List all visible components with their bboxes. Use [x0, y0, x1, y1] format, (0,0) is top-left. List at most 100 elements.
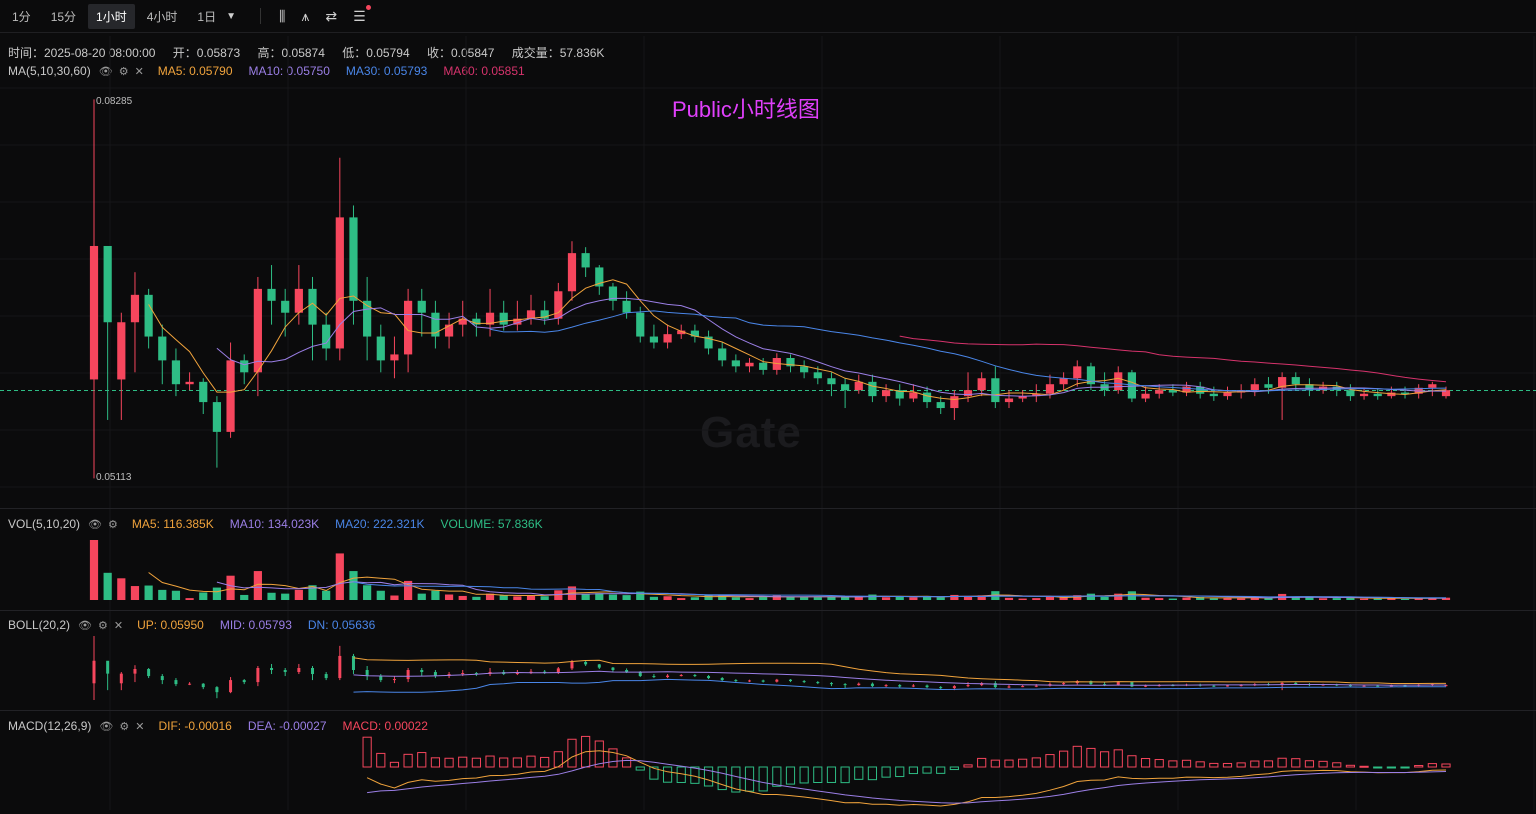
macd-hist-bar — [540, 756, 550, 768]
macd-hist-bar — [1072, 745, 1082, 768]
macd-hist-bar — [1427, 763, 1437, 768]
volume-bar — [622, 595, 631, 600]
boll-dn: DN: 0.05636 — [307, 618, 376, 632]
volume-bar — [936, 597, 945, 600]
macd-hist-bar — [1195, 761, 1205, 768]
volume-bar — [349, 571, 358, 600]
candle-body — [731, 360, 740, 367]
boll-candle — [324, 674, 328, 679]
candle-body — [649, 336, 659, 343]
boll-candle — [720, 678, 724, 681]
macd-hist-bar — [990, 759, 1000, 768]
boll-candle — [1144, 685, 1148, 687]
candle-body — [199, 381, 208, 403]
boll-candle — [92, 660, 96, 684]
volume-bar — [1141, 597, 1150, 600]
macd-hist-bar — [1113, 749, 1123, 768]
volume-bar — [472, 596, 481, 600]
boll-candle — [229, 680, 233, 693]
volume-bar — [1168, 598, 1177, 600]
macd-hist-bar — [1018, 758, 1028, 768]
vol-volume: VOLUME: 57.836K — [440, 517, 543, 531]
volume-bar — [1373, 598, 1382, 600]
macd-hist-bar — [813, 766, 823, 784]
boll-candle — [1130, 682, 1134, 687]
candle-body — [376, 336, 385, 361]
volume-bar — [1100, 596, 1109, 600]
volume-bar — [1018, 598, 1027, 600]
boll-candle — [652, 676, 656, 678]
candle-body — [663, 334, 672, 343]
candle-body — [827, 378, 836, 385]
candle-body — [281, 300, 290, 313]
macd-dif-line — [366, 750, 1447, 807]
volume-bar — [103, 572, 112, 600]
boll-candle — [160, 676, 164, 681]
boll-candle — [952, 686, 956, 689]
macd-hist-bar — [785, 766, 796, 785]
macd-hist-bar — [772, 766, 782, 787]
volume-bar — [608, 594, 618, 600]
candle-body — [130, 294, 140, 323]
boll-candle — [611, 667, 615, 671]
volume-bar — [376, 590, 385, 600]
candle-body — [417, 300, 426, 313]
macd-hist-bar — [963, 764, 973, 768]
gear-icon[interactable]: ⚙ — [98, 619, 108, 632]
macd-hist-bar — [1345, 764, 1356, 768]
volume-bar — [649, 596, 659, 600]
volume-bar — [868, 594, 877, 600]
volume-bar — [745, 598, 754, 600]
volume-bar — [431, 590, 440, 600]
boll-candle — [638, 672, 642, 677]
boll-candle — [775, 679, 779, 682]
candle-body — [1141, 393, 1150, 399]
boll-candle — [201, 683, 205, 688]
boll-candle — [270, 668, 274, 671]
gear-icon[interactable]: ⚙ — [119, 720, 129, 733]
kline-chart[interactable] — [0, 0, 1536, 814]
candle-body — [1373, 393, 1382, 397]
candle-body — [117, 322, 126, 380]
macd-hist-bar — [1277, 757, 1287, 768]
candle-body — [841, 384, 850, 391]
close-icon[interactable]: ✕ — [114, 619, 123, 632]
boll-candle — [666, 675, 670, 678]
volume-bar — [335, 553, 344, 600]
close-icon[interactable]: ✕ — [135, 720, 144, 733]
candle-body — [1291, 377, 1300, 385]
gear-icon[interactable]: ⚙ — [108, 518, 118, 531]
macd-hist-bar — [1086, 747, 1096, 768]
candle-body — [936, 402, 945, 409]
eye-icon[interactable]: 👁 — [88, 518, 102, 531]
volume-bar — [267, 592, 276, 600]
boll-legend: BOLL(20,2) 👁 ⚙ ✕ UP: 0.05950 MID: 0.0579… — [8, 618, 383, 632]
eye-icon[interactable]: 👁 — [99, 720, 113, 733]
macd-dif: DIF: -0.00016 — [158, 719, 232, 733]
candle-body — [963, 390, 973, 397]
pane-divider — [0, 508, 1536, 509]
macd-hist-bar — [1263, 760, 1274, 768]
candle-body — [1264, 384, 1273, 388]
eye-icon[interactable]: 👁 — [78, 619, 92, 632]
macd-hist-bar — [717, 766, 727, 791]
candle-body — [1114, 372, 1123, 391]
macd-hist-bar — [662, 766, 673, 783]
volume-bar — [89, 540, 99, 600]
volume-bar — [322, 590, 331, 600]
volume-bar — [1032, 598, 1041, 600]
macd-hist-bar — [376, 752, 386, 768]
boll-candle — [406, 670, 410, 680]
volume-bar — [417, 593, 426, 600]
macd-hist-bar — [512, 757, 522, 768]
macd-hist-bar — [417, 752, 427, 768]
macd-hist-bar — [1250, 760, 1260, 768]
candle-body — [636, 312, 645, 337]
macd-hist-bar — [485, 755, 495, 768]
boll-candle — [584, 661, 588, 665]
macd-hist-bar — [1059, 750, 1069, 768]
macd-hist-bar — [1031, 757, 1041, 768]
macd-hist-bar — [1222, 762, 1233, 768]
candle-body — [813, 372, 822, 379]
boll-candle — [693, 675, 697, 677]
